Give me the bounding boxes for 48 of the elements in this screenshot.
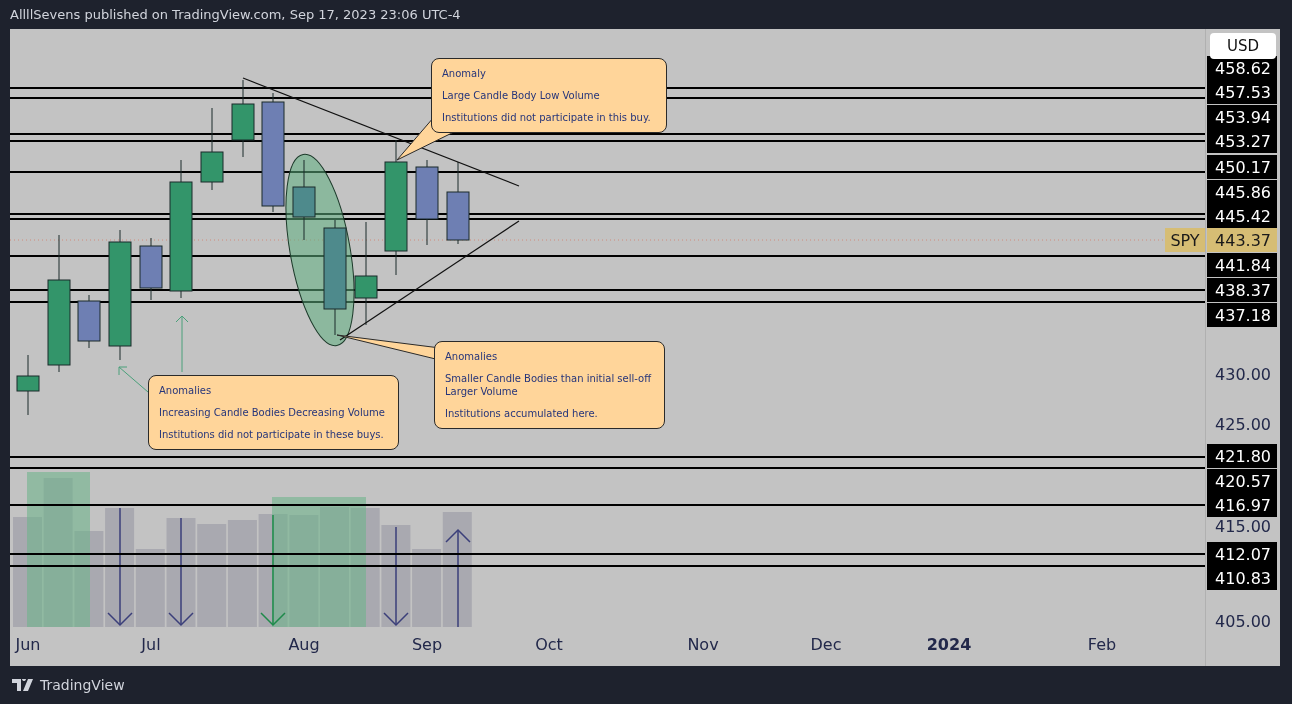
price-label: 441.84 [1207,253,1277,277]
candlestick [77,294,101,349]
time-tick: Jun [15,635,41,654]
price-label: 445.42 [1207,204,1277,228]
price-label: 453.27 [1207,129,1277,153]
logo-icon [12,679,34,691]
price-label: 416.97 [1207,493,1277,517]
price-label: 457.53 [1207,80,1277,104]
callout-text: Large Candle Body Low Volume [442,89,601,102]
price-tick: 405.00 [1214,610,1272,633]
time-tick: Sep [411,635,443,654]
price-label: 438.37 [1207,278,1277,302]
callout-text: Institutions did not participate in these buys. [159,428,385,441]
time-tick: Feb [1087,635,1117,654]
price-label: 443.37 [1207,228,1277,252]
price-tick: 415.00 [1214,515,1272,538]
time-tick: Aug [288,635,320,654]
callout-text: Increasing Candle Bodies Decreasing Volume [159,406,386,419]
time-tick: Dec [810,635,842,654]
arrow [118,366,149,393]
publish-info: AllllSevens published on TradingView.com, Sep 17, 2023 23:06 UTC-4 [9,6,462,24]
price-label: 453.94 [1207,105,1277,129]
brand-name: TradingView [40,677,125,693]
time-tick: Oct [535,635,563,654]
candlestick [139,237,163,301]
price-label: 410.83 [1207,566,1277,590]
callout-text: Institutions did not participate in this buy. [442,111,652,124]
currency-button[interactable]: USD [1210,33,1276,59]
price-tick: 425.00 [1214,413,1272,436]
time-tick: Nov [687,635,719,654]
price-label: 450.17 [1207,155,1277,179]
time-tick: 2024 [926,635,972,654]
arrow [175,315,189,373]
price-label: 445.86 [1207,180,1277,204]
callout-text: Anomaly [442,67,487,80]
price-label: 437.18 [1207,303,1277,327]
price-tick: 430.00 [1214,363,1272,386]
callout-text: Smaller Candle Bodies than initial sell-off [445,372,653,385]
time-tick: Jul [141,635,161,654]
callout-text: Larger Volume [445,385,519,398]
symbol-tag: SPY [1165,228,1205,252]
candlestick [16,354,40,416]
price-label: 420.57 [1207,469,1277,493]
callout-text: Anomalies [159,384,213,397]
callout-text: Institutions accumulated here. [445,407,599,420]
callout-text: Anomalies [445,350,499,363]
price-label: 421.80 [1207,444,1277,468]
price-label: 412.07 [1207,542,1277,566]
